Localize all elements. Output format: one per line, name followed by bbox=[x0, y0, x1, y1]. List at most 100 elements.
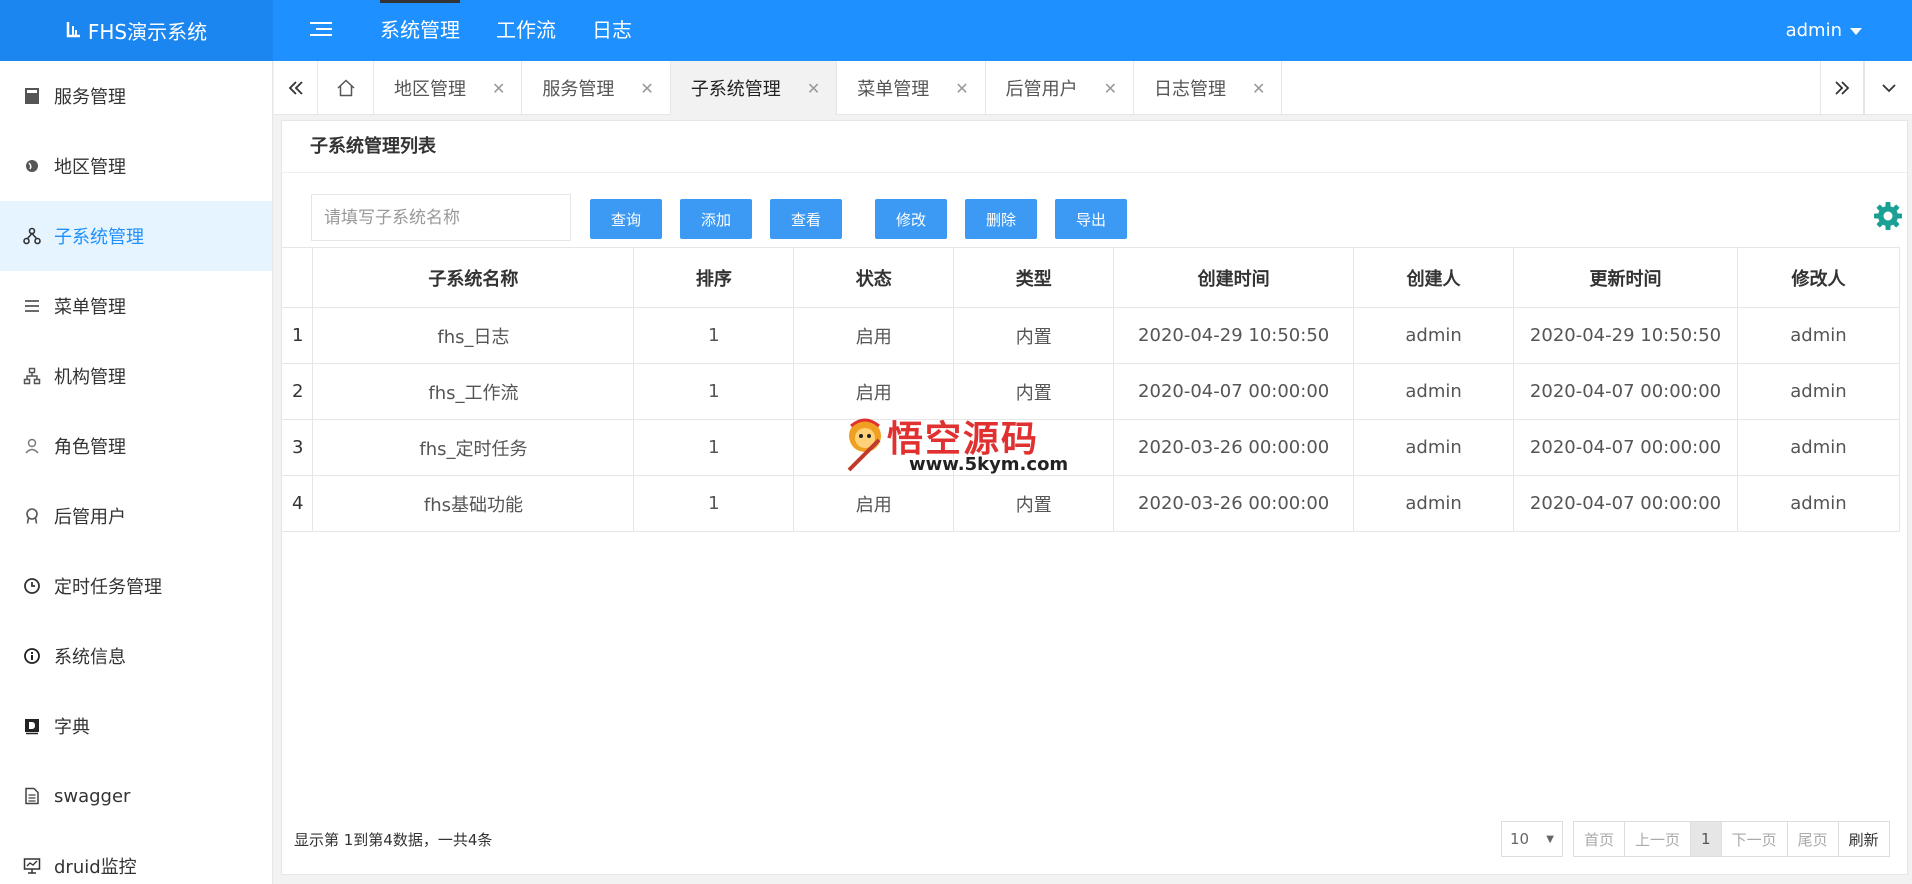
tab-label: 菜单管理 bbox=[857, 79, 930, 100]
column-header[interactable]: 创建时间 bbox=[1113, 247, 1355, 308]
caret-down-icon: ▼ bbox=[1546, 833, 1554, 845]
table-cell: 2020-04-07 00:00:00 bbox=[1513, 363, 1738, 420]
sidebar-item-dictionary[interactable]: 字典 bbox=[0, 691, 272, 761]
sidebar-item-org[interactable]: 机构管理 bbox=[0, 341, 272, 411]
table-cell: 1 bbox=[633, 307, 795, 364]
table-cell: 2020-04-07 00:00:00 bbox=[1513, 419, 1738, 476]
sidebar-item-label: 后管用户 bbox=[54, 507, 126, 528]
user-name: admin bbox=[1785, 20, 1842, 41]
prev-page-button[interactable]: 上一页 bbox=[1625, 821, 1692, 857]
tab-service[interactable]: 服务管理 ✕ bbox=[522, 61, 671, 115]
add-button[interactable]: 添加 bbox=[680, 199, 752, 239]
close-icon[interactable]: ✕ bbox=[955, 79, 968, 98]
sidebar-item-label: 系统信息 bbox=[54, 647, 126, 668]
table-cell: admin bbox=[1353, 307, 1515, 364]
table-cell: 启用 bbox=[793, 475, 955, 532]
logo-icon bbox=[66, 19, 82, 43]
sidebar-item-region[interactable]: 地区管理 bbox=[0, 131, 272, 201]
table-cell: fhs基础功能 bbox=[312, 475, 635, 532]
home-icon[interactable] bbox=[318, 61, 374, 115]
close-icon[interactable]: ✕ bbox=[1252, 79, 1265, 98]
sidebar-item-role[interactable]: 角色管理 bbox=[0, 411, 272, 481]
table-cell: 1 bbox=[633, 419, 795, 476]
tab-label: 服务管理 bbox=[542, 79, 615, 100]
app-title: FHS演示系统 bbox=[87, 20, 208, 44]
table-cell: fhs_日志 bbox=[312, 307, 635, 364]
query-button[interactable]: 查询 bbox=[590, 199, 662, 239]
monitor-icon bbox=[22, 856, 42, 876]
sidebar-item-sysinfo[interactable]: 系统信息 bbox=[0, 621, 272, 691]
table-row[interactable]: 3 fhs_定时任务 1 2020-03-26 00:00:00 admin 2… bbox=[282, 419, 1901, 476]
table-cell: fhs_定时任务 bbox=[312, 419, 635, 476]
table-cell: 启用 bbox=[793, 307, 955, 364]
app-logo[interactable]: FHS演示系统 bbox=[0, 0, 273, 61]
user-menu[interactable]: admin bbox=[1786, 0, 1862, 61]
list-icon bbox=[22, 296, 42, 316]
column-header[interactable]: 类型 bbox=[953, 247, 1115, 308]
sidebar-item-admin-user[interactable]: 后管用户 bbox=[0, 481, 272, 551]
export-button[interactable]: 导出 bbox=[1055, 199, 1127, 239]
scroll-left-icon[interactable] bbox=[274, 61, 318, 115]
table-cell: fhs_工作流 bbox=[312, 363, 635, 420]
table-cell: 内置 bbox=[953, 307, 1115, 364]
table-row[interactable]: 4 fhs基础功能 1 启用 内置 2020-03-26 00:00:00 ad… bbox=[282, 475, 1901, 532]
current-page-button[interactable]: 1 bbox=[1691, 821, 1722, 857]
column-header[interactable]: 创建人 bbox=[1353, 247, 1515, 308]
first-page-button[interactable]: 首页 bbox=[1573, 821, 1626, 857]
sidebar-item-scheduler[interactable]: 定时任务管理 bbox=[0, 551, 272, 621]
column-header[interactable]: 修改人 bbox=[1736, 247, 1901, 308]
tab-admin-user[interactable]: 后管用户 ✕ bbox=[986, 61, 1135, 115]
table-row[interactable]: 2 fhs_工作流 1 启用 内置 2020-04-07 00:00:00 ad… bbox=[282, 363, 1901, 420]
edit-button[interactable]: 修改 bbox=[875, 199, 947, 239]
close-icon[interactable]: ✕ bbox=[640, 79, 653, 98]
sidebar: 服务管理 地区管理 子系统管理 菜单管理 机构管理 角色管理 后管用户 定时任务… bbox=[0, 61, 273, 884]
last-page-button[interactable]: 尾页 bbox=[1787, 821, 1839, 857]
sidebar-item-label: 子系统管理 bbox=[54, 227, 144, 248]
sidebar-item-menu[interactable]: 菜单管理 bbox=[0, 271, 272, 341]
column-header[interactable]: 更新时间 bbox=[1513, 247, 1738, 308]
badge-icon bbox=[22, 506, 42, 526]
sidebar-item-swagger[interactable]: swagger bbox=[0, 761, 272, 831]
view-button[interactable]: 查看 bbox=[770, 199, 842, 239]
table-cell: 2020-04-07 00:00:00 bbox=[1513, 475, 1738, 532]
topnav-log[interactable]: 日志 bbox=[574, 0, 650, 61]
tab-region[interactable]: 地区管理 ✕ bbox=[374, 61, 523, 115]
chevron-down-icon[interactable] bbox=[1864, 61, 1912, 115]
tab-subsystem[interactable]: 子系统管理 ✕ bbox=[670, 61, 838, 115]
tab-log[interactable]: 日志管理 ✕ bbox=[1134, 61, 1283, 115]
tab-menu[interactable]: 菜单管理 ✕ bbox=[837, 61, 986, 115]
topnav-workflow[interactable]: 工作流 bbox=[478, 0, 574, 61]
sidebar-item-druid[interactable]: druid监控 bbox=[0, 831, 272, 884]
delete-button[interactable]: 删除 bbox=[965, 199, 1037, 239]
sidebar-item-label: 服务管理 bbox=[54, 87, 126, 108]
page-size-select[interactable]: 10 ▼ bbox=[1501, 821, 1563, 857]
table-cell: admin bbox=[1737, 307, 1901, 364]
close-icon[interactable]: ✕ bbox=[807, 79, 820, 98]
dictionary-icon bbox=[22, 716, 42, 736]
next-page-button[interactable]: 下一页 bbox=[1721, 821, 1788, 857]
sidebar-item-subsystem[interactable]: 子系统管理 bbox=[0, 201, 272, 271]
scroll-right-icon[interactable] bbox=[1820, 61, 1864, 115]
table-row[interactable]: 1 fhs_日志 1 启用 内置 2020-04-29 10:50:50 adm… bbox=[282, 307, 1901, 364]
table-cell: 1 bbox=[633, 363, 795, 420]
column-header[interactable]: 状态 bbox=[793, 247, 955, 308]
org-icon bbox=[22, 366, 42, 386]
menu-toggle-icon[interactable] bbox=[310, 18, 332, 42]
user-icon bbox=[22, 436, 42, 456]
close-icon[interactable]: ✕ bbox=[492, 79, 505, 98]
row-index: 4 bbox=[282, 475, 314, 532]
close-icon[interactable]: ✕ bbox=[1104, 79, 1117, 98]
refresh-button[interactable]: 刷新 bbox=[1838, 821, 1890, 857]
table-cell: admin bbox=[1737, 363, 1901, 420]
clock-icon bbox=[22, 576, 42, 596]
column-header[interactable]: 排序 bbox=[633, 247, 795, 308]
table-cell: 2020-03-26 00:00:00 bbox=[1113, 475, 1355, 532]
gear-icon[interactable] bbox=[1873, 201, 1903, 231]
row-index: 3 bbox=[282, 419, 314, 476]
topnav-system[interactable]: 系统管理 bbox=[362, 0, 478, 61]
tab-label: 子系统管理 bbox=[690, 79, 781, 100]
search-input[interactable] bbox=[311, 194, 571, 241]
tabs-bar: 地区管理 ✕ 服务管理 ✕ 子系统管理 ✕ 菜单管理 ✕ 后管用户 ✕ 日志管理 ✕ bbox=[274, 61, 1912, 115]
sidebar-item-service[interactable]: 服务管理 bbox=[0, 61, 272, 131]
column-header[interactable]: 子系统名称 bbox=[312, 247, 635, 308]
